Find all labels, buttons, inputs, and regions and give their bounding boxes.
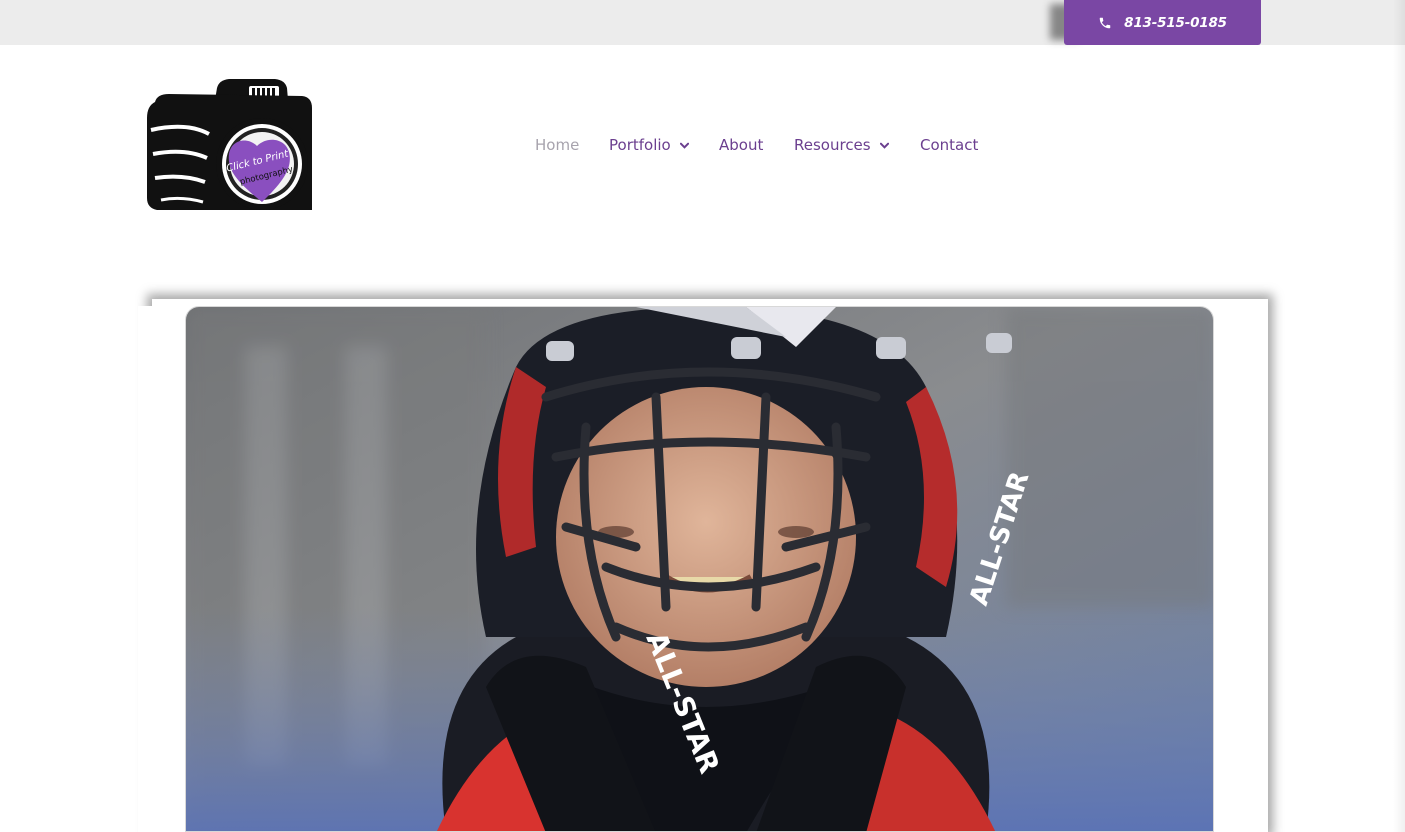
nav-item-label: Resources <box>794 136 871 154</box>
nav-item-label: Portfolio <box>609 136 671 154</box>
nav-item-label: About <box>719 136 764 154</box>
phone-number: 813-515-0185 <box>1124 14 1227 31</box>
nav-item-resources[interactable]: Resources <box>794 136 920 154</box>
main-navigation: Home Portfolio About Resources Contact <box>535 134 978 156</box>
phone-call-button[interactable]: 813-515-0185 <box>1064 0 1261 45</box>
phone-icon <box>1099 17 1111 28</box>
nav-item-contact[interactable]: Contact <box>920 136 978 154</box>
nav-item-about[interactable]: About <box>719 136 794 154</box>
nav-item-label: Contact <box>920 136 979 154</box>
camera-logo-icon: Click to Print photography <box>147 79 312 210</box>
chevron-down-icon <box>879 142 889 149</box>
hero-image: ALL-STAR ALL-STAR <box>185 306 1214 832</box>
nav-item-home[interactable]: Home <box>535 136 609 154</box>
chevron-down-icon <box>679 142 689 149</box>
nav-item-portfolio[interactable]: Portfolio <box>609 136 719 154</box>
page-edge-shadow <box>1393 0 1405 832</box>
baseball-catcher-photo-icon: ALL-STAR ALL-STAR <box>186 307 1213 831</box>
site-logo[interactable]: Click to Print photography <box>147 78 313 212</box>
nav-item-label: Home <box>535 136 580 154</box>
